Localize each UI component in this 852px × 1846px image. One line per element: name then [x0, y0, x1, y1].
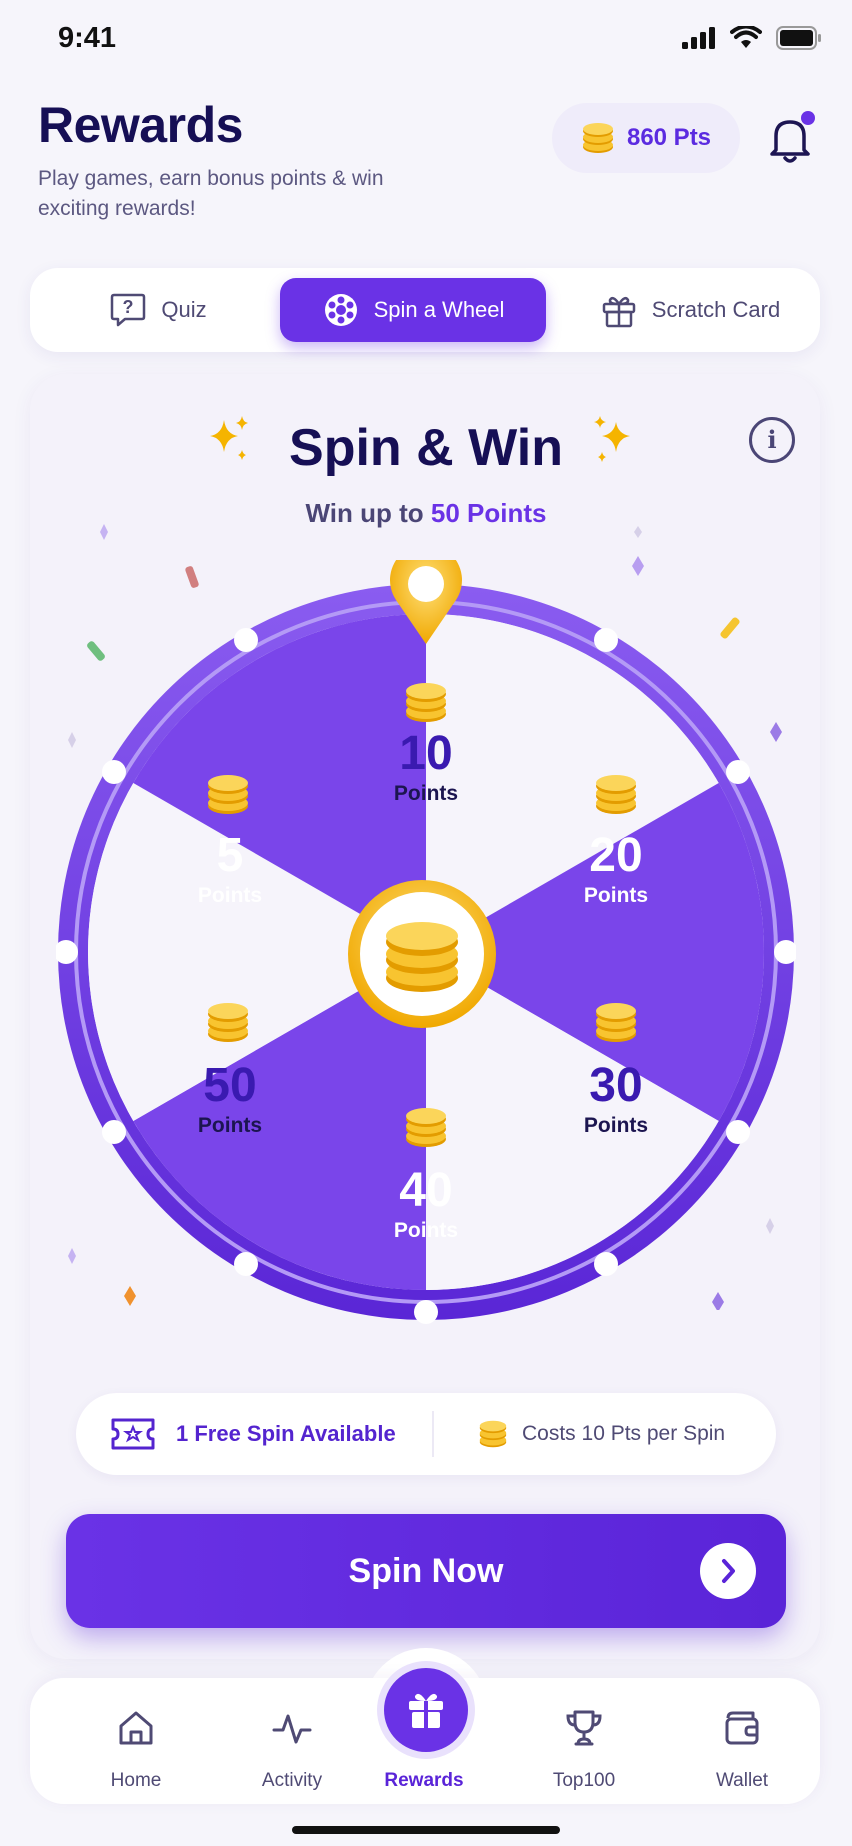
spin-now-button[interactable]: Spin Now — [66, 1514, 786, 1628]
gift-icon — [602, 296, 636, 328]
segment-value: 10 — [399, 727, 453, 780]
tab-scratch-card[interactable]: Scratch Card — [580, 278, 800, 342]
nav-home[interactable]: Home — [76, 1678, 196, 1804]
page-subtitle: Play games, earn bonus points & win exci… — [38, 167, 384, 220]
notifications-button[interactable] — [766, 110, 816, 166]
wallet-icon — [725, 1711, 759, 1745]
nav-rewards-icon-button[interactable] — [384, 1668, 468, 1752]
svg-text:?: ? — [123, 297, 134, 317]
game-tabs: ? Quiz Spin a Wheel Scratch Card — [30, 268, 820, 352]
tab-spin-wheel[interactable]: Spin a Wheel — [280, 278, 546, 342]
segment-unit: Points — [583, 884, 649, 907]
spin-cost-info: Costs 10 Pts per Spin — [478, 1393, 725, 1475]
free-spin-info: 1 Free Spin Available — [110, 1393, 396, 1475]
tab-quiz[interactable]: ? Quiz — [70, 278, 246, 342]
nav-top100[interactable]: Top100 — [524, 1678, 644, 1804]
segment-value: 40 — [399, 1164, 453, 1217]
segment-unit: Points — [583, 1114, 649, 1137]
page-title: Rewards — [38, 97, 243, 153]
segment-label-50: 50 Points — [150, 1060, 310, 1140]
system-icons — [682, 26, 822, 50]
tab-quiz-label: Quiz — [161, 297, 207, 322]
info-button[interactable]: i — [749, 417, 795, 463]
segment-label-5: 5 Points — [150, 830, 310, 910]
nav-top100-label: Top100 — [552, 1770, 616, 1791]
segment-unit: Points — [393, 1219, 459, 1242]
coin-stack-icon — [582, 123, 613, 153]
segment-unit: Points — [197, 884, 263, 907]
segment-label-20: 20 Points — [536, 830, 696, 910]
segment-unit: Points — [393, 782, 459, 805]
trophy-icon — [566, 1710, 602, 1746]
battery-icon — [776, 26, 821, 50]
activity-icon — [272, 1714, 312, 1744]
segment-unit: Points — [197, 1114, 263, 1137]
bell-icon — [770, 111, 815, 163]
segment-label-40: 40 Points — [346, 1165, 506, 1245]
segment-value: 5 — [216, 829, 244, 882]
status-time: 9:41 — [58, 22, 117, 54]
status-bar: 9:41 — [0, 0, 852, 80]
free-spin-text: 1 Free Spin Available — [176, 1421, 396, 1446]
tab-spin-wheel-label: Spin a Wheel — [373, 297, 505, 322]
home-icon — [119, 1711, 153, 1745]
nav-home-label: Home — [110, 1770, 162, 1791]
gift-icon — [409, 1693, 443, 1728]
wheel-icon — [324, 294, 357, 326]
segment-value: 50 — [203, 1059, 257, 1112]
segment-label-30: 30 Points — [536, 1060, 696, 1140]
points-value: 860 Pts — [626, 124, 712, 151]
home-indicator — [292, 1826, 560, 1834]
info-divider — [432, 1411, 434, 1457]
wifi-icon — [730, 26, 762, 48]
nav-activity[interactable]: Activity — [232, 1678, 352, 1804]
wheel-hub — [348, 880, 496, 1028]
nav-wallet[interactable]: Wallet — [682, 1678, 802, 1804]
segment-value: 30 — [589, 1059, 643, 1112]
nav-activity-label: Activity — [261, 1770, 323, 1791]
spin-info-bar: 1 Free Spin Available Costs 10 Pts per S… — [76, 1393, 776, 1475]
spin-now-label: Spin Now — [348, 1552, 504, 1590]
tab-scratch-card-label: Scratch Card — [651, 297, 781, 322]
segment-label-10: 10 Points — [346, 728, 506, 808]
ticket-icon — [111, 1418, 155, 1450]
signal-icon — [682, 27, 715, 49]
chevron-right-icon — [700, 1543, 756, 1599]
segment-value: 20 — [589, 829, 643, 882]
spin-title: Spin & Win — [289, 419, 563, 477]
spin-cost-text: Costs 10 Pts per Spin — [522, 1422, 726, 1445]
nav-wallet-label: Wallet — [715, 1770, 769, 1791]
info-icon: i — [767, 425, 777, 454]
quiz-icon: ? — [111, 293, 146, 327]
points-balance[interactable]: 860 Pts — [552, 103, 740, 173]
coin-stack-icon — [479, 1420, 507, 1448]
nav-rewards-label: Rewards — [384, 1770, 464, 1791]
